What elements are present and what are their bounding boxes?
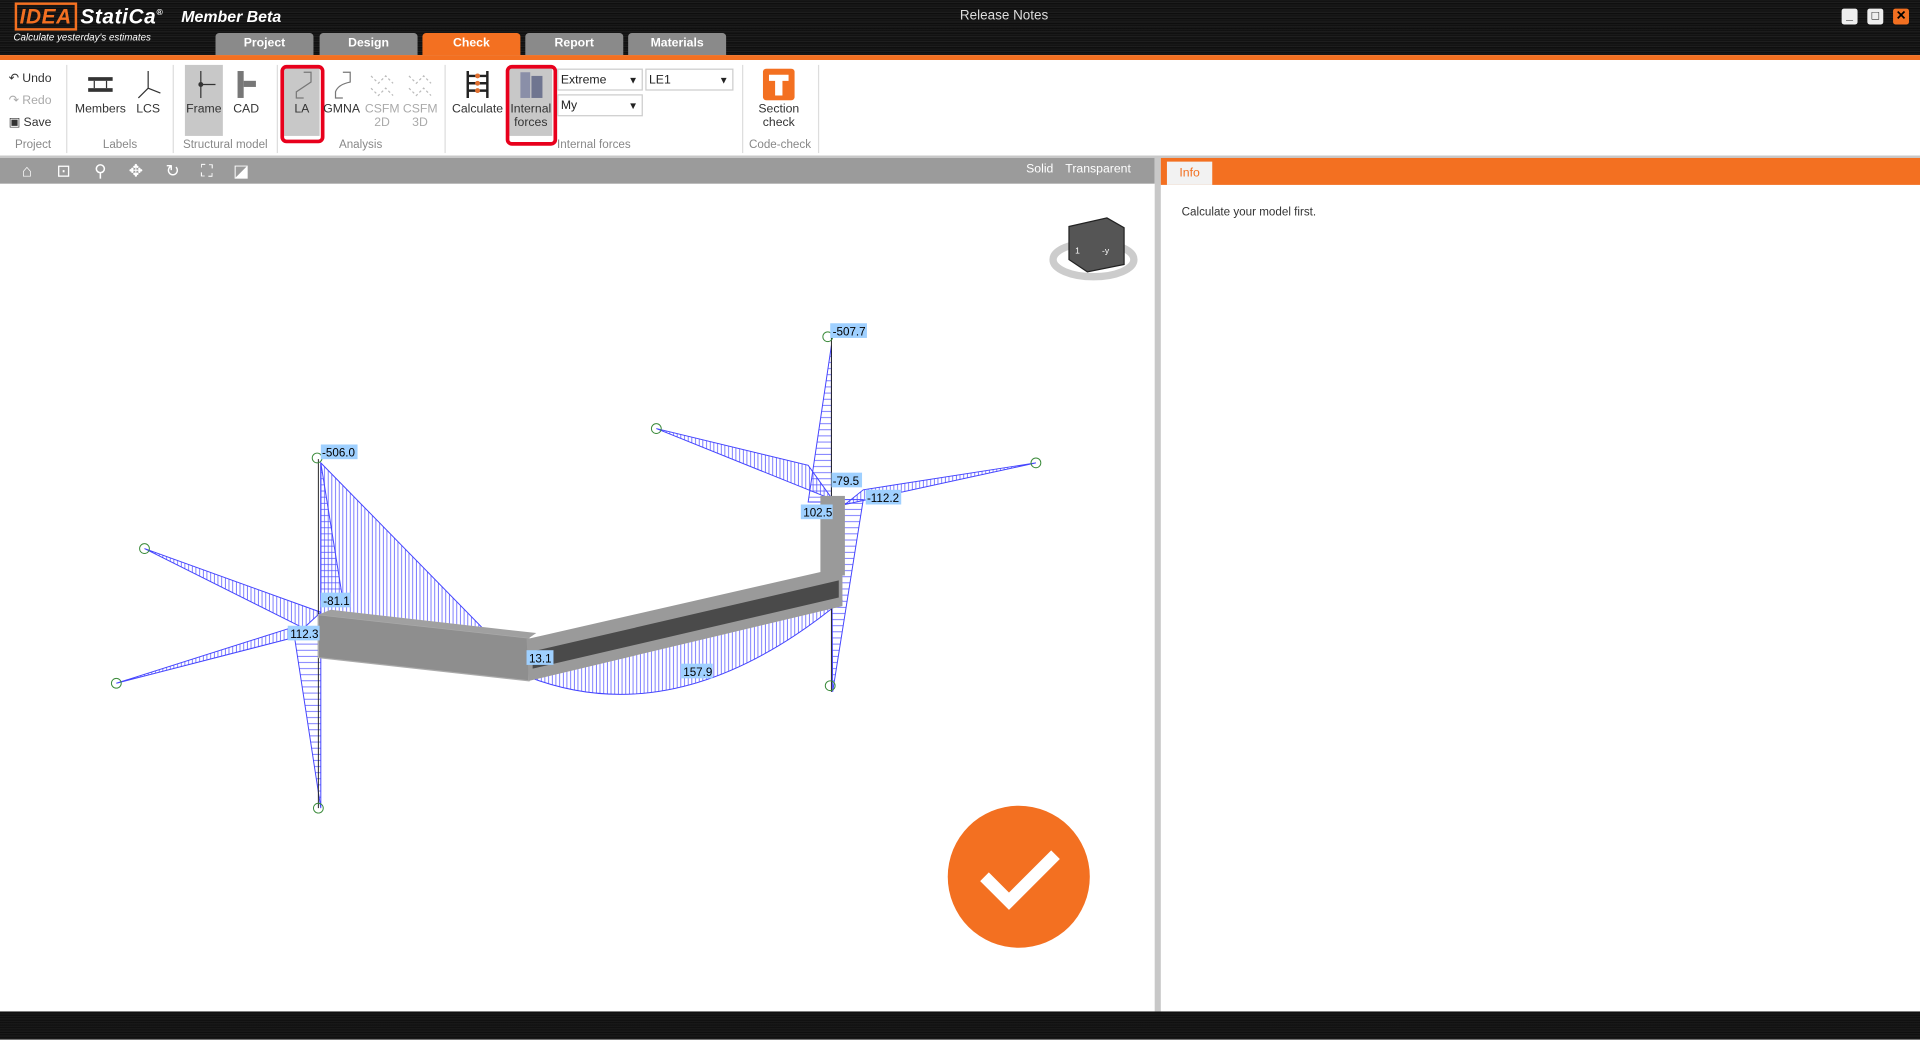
supports: [110, 331, 1042, 814]
label-left-node: -81.1: [323, 595, 350, 608]
moment-diagram-right-member-1: [656, 428, 835, 501]
label-beam-midspan: 157.9: [683, 666, 712, 679]
panel-splitter[interactable]: [1154, 157, 1161, 1012]
label-max-left-column: -506.0: [322, 447, 355, 460]
label-max-right-column: -507.7: [833, 326, 866, 339]
svg-text:-y: -y: [1102, 245, 1110, 255]
label-right-member: 102.5: [803, 507, 832, 520]
svg-text:1: 1: [1075, 245, 1080, 255]
info-message: Calculate your model first.: [1181, 205, 1317, 220]
moment-diagram-left-member-1: [144, 548, 322, 629]
calculation-ok-icon: [947, 805, 1090, 948]
label-beam-joint: 13.1: [529, 652, 552, 665]
label-right-node: -79.5: [833, 475, 860, 488]
navigation-cube: 1 -y: [1049, 217, 1138, 281]
tab-info[interactable]: Info: [1166, 161, 1213, 185]
status-bar: [0, 1011, 1920, 1040]
label-left-member: 112.3: [290, 628, 318, 641]
moment-diagram-left-column-bottom: [293, 626, 322, 809]
info-panel-header: [1160, 157, 1920, 185]
label-right-member-2: -112.2: [867, 492, 899, 505]
